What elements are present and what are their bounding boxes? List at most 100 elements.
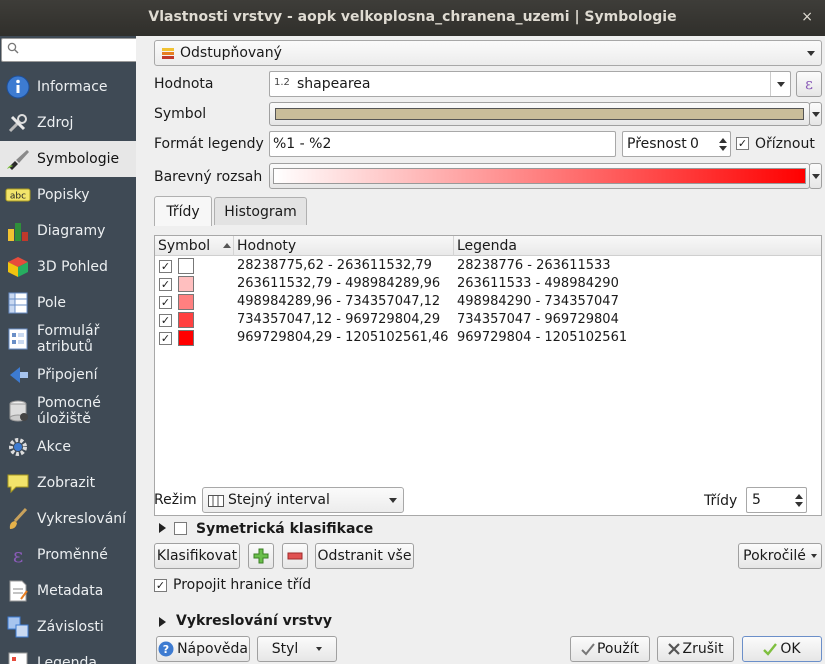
apply-button[interactable]: Použít [570,636,650,662]
symbology-panel: Odstupňovaný Hodnota 1.2 shapearea ε Sym… [136,36,825,664]
sidebar-item-metadata[interactable]: Metadata [0,573,136,609]
cancel-x-icon [667,643,680,655]
header-label: Legenda [457,238,518,254]
classify-button[interactable]: Klasifikovat [154,543,240,569]
symbol-menu-button[interactable] [809,102,822,126]
expand-arrow-icon[interactable] [159,523,166,533]
mode-select[interactable]: Stejný interval [202,487,404,513]
class-checkbox[interactable]: ✓ [159,296,172,309]
value-dropdown-button[interactable] [770,72,790,96]
speech-bubble-icon [5,470,31,496]
class-color-swatch[interactable] [178,276,194,292]
sidebar-item-zavislosti[interactable]: Závislosti [0,609,136,645]
color-ramp-button[interactable] [269,163,810,189]
classes-count-stepper[interactable] [792,488,806,512]
sidebar-item-zobrazit[interactable]: Zobrazit [0,465,136,501]
class-checkbox[interactable]: ✓ [159,332,172,345]
classes-table[interactable]: Symbol Hodnoty Legenda ✓ 28238775,62 - 2… [154,235,822,516]
sidebar-item-3d-pohled[interactable]: 3D Pohled [0,249,136,285]
link-bounds-checkbox[interactable]: ✓ [154,579,167,592]
symmetric-checkbox[interactable] [174,522,187,535]
sidebar-list: Informace Zdroj Symbologie abc Popisky D… [0,69,136,664]
sidebar-item-pole[interactable]: Pole [0,285,136,321]
symmetric-label: Symetrická klasifikace [196,521,374,537]
sidebar-item-zdroj[interactable]: Zdroj [0,105,136,141]
renderer-select[interactable]: Odstupňovaný [154,40,822,66]
help-button[interactable]: ? Nápověda [156,636,250,662]
sidebar-item-label: Metadata [37,583,104,599]
expand-arrow-icon[interactable] [159,617,166,627]
plus-icon [253,548,269,564]
close-icon[interactable]: × [801,9,813,25]
legend-format-label: Formát legendy [154,136,264,152]
fields-icon [5,290,31,316]
class-color-swatch[interactable] [178,312,194,328]
class-legend: 498984290 - 734357047 [457,294,619,309]
table-row[interactable]: ✓ 498984289,96 - 734357047,12 498984290 … [155,293,821,311]
search-input[interactable] [1,38,136,62]
symbol-button[interactable] [269,102,810,126]
sidebar-item-vykreslovani[interactable]: Vykreslování [0,501,136,537]
button-label: Použít [596,641,640,657]
chevron-down-icon [807,51,815,56]
legend-format-input[interactable]: %1 - %2 [269,131,616,157]
chevron-down-icon [811,111,820,117]
step-down-icon [719,145,727,151]
class-color-swatch[interactable] [178,294,194,310]
expression-button[interactable]: ε [796,71,822,97]
class-color-swatch[interactable] [178,330,194,346]
precision-spinbox[interactable]: Přesnost 0 [622,131,731,157]
color-ramp-menu-button[interactable] [809,163,822,189]
sidebar-item-informace[interactable]: Informace [0,69,136,105]
table-row[interactable]: ✓ 734357047,12 - 969729804,29 734357047 … [155,311,821,329]
sidebar-item-label: Zdroj [37,115,74,131]
add-class-button[interactable] [248,543,274,569]
sidebar-item-pripojeni[interactable]: Připojení [0,357,136,393]
sidebar-item-label: Diagramy [37,223,106,239]
column-header-legend[interactable]: Legenda [454,236,822,256]
chevron-down-icon [316,647,323,651]
sidebar-item-diagramy[interactable]: Diagramy [0,213,136,249]
precision-stepper[interactable] [716,132,730,156]
sidebar-item-pomocne-uloziste[interactable]: Pomocné úložiště [0,393,136,429]
sidebar-item-label: Popisky [37,187,90,203]
table-row[interactable]: ✓ 28238775,62 - 263611532,79 28238776 - … [155,257,821,275]
symbol-label: Symbol [154,106,207,122]
class-checkbox[interactable]: ✓ [159,278,172,291]
sidebar-item-symbologie[interactable]: Symbologie [0,141,136,177]
sidebar-item-label: Pomocné úložiště [37,395,101,427]
column-header-values[interactable]: Hodnoty [234,236,454,256]
class-checkbox[interactable]: ✓ [159,314,172,327]
svg-text:abc: abc [10,192,26,202]
cancel-button[interactable]: Zrušit [657,636,734,662]
remove-class-button[interactable] [282,543,308,569]
sidebar-item-popisky[interactable]: abc Popisky [0,177,136,213]
ok-button[interactable]: OK [742,636,822,662]
search-icon [7,42,19,54]
trim-checkbox[interactable]: ✓ [736,137,749,150]
style-button[interactable]: Styl [257,636,337,662]
classes-count-spinbox[interactable]: 5 [746,487,807,513]
tab-classes[interactable]: Třídy [154,196,212,226]
button-label: Pokročilé [743,548,806,564]
class-checkbox[interactable]: ✓ [159,260,172,273]
advanced-button[interactable]: Pokročilé [738,543,822,569]
step-down-icon [795,501,803,507]
sidebar-item-promenne[interactable]: ε Proměnné [0,537,136,573]
chevron-down-icon [811,173,820,179]
button-label: Styl [271,641,299,657]
tab-histogram[interactable]: Histogram [214,197,307,225]
value-field-select[interactable]: 1.2 shapearea [269,71,791,97]
header-label: Symbol [158,238,211,254]
table-row[interactable]: ✓ 969729804,29 - 1205102561,46 969729804… [155,329,821,347]
sidebar-item-formular[interactable]: Formulář atributů [0,321,136,357]
column-header-symbol[interactable]: Symbol [155,236,234,256]
sidebar-item-label: Zobrazit [37,475,96,491]
svg-text:?: ? [163,643,169,656]
sidebar-item-akce[interactable]: Akce [0,429,136,465]
table-row[interactable]: ✓ 263611532,79 - 498984289,96 263611533 … [155,275,821,293]
value-field-name: shapearea [297,76,371,92]
sidebar-item-legenda[interactable]: Legenda [0,645,136,664]
class-color-swatch[interactable] [178,258,194,274]
delete-all-button[interactable]: Odstranit vše [315,543,414,569]
